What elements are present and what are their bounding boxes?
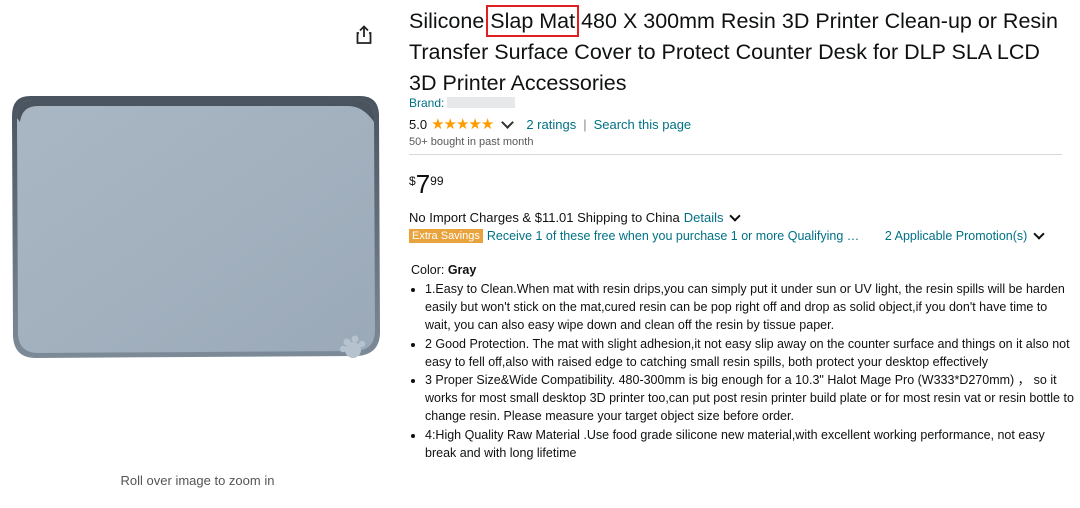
chevron-down-icon[interactable] xyxy=(1033,228,1045,240)
chevron-down-icon[interactable] xyxy=(728,209,741,222)
brand-link[interactable]: Brand: xyxy=(409,96,516,110)
price: $ 7 99 xyxy=(409,170,444,198)
zoom-hint: Roll over image to zoom in xyxy=(120,473,275,488)
feature-bullet: 1.Easy to Clean.When mat with resin drip… xyxy=(425,280,1075,335)
divider xyxy=(409,154,1062,155)
separator: | xyxy=(583,116,587,132)
rating-value: 5.0 xyxy=(409,116,428,132)
search-page-link[interactable]: Search this page xyxy=(594,117,692,132)
feature-bullets: 1.Easy to Clean.When mat with resin drip… xyxy=(409,280,1075,462)
star-rating-icon[interactable]: ★★★★★ xyxy=(431,115,494,133)
brand-name-redacted xyxy=(447,97,516,108)
share-icon[interactable] xyxy=(355,25,373,45)
price-symbol: $ xyxy=(409,174,416,188)
promotion-row: Extra Savings Receive 1 of these free wh… xyxy=(409,228,1045,243)
promo-text[interactable]: Receive 1 of these free when you purchas… xyxy=(487,229,875,243)
details-link[interactable]: Details xyxy=(684,210,724,225)
color-value: Gray xyxy=(447,263,477,277)
product-details: Silicone Slap Mat 480 X 300mm Resin 3D P… xyxy=(409,0,1074,508)
image-panel: Roll over image to zoom in xyxy=(0,0,395,508)
feature-bullet: 2 Good Protection. The mat with slight a… xyxy=(425,335,1075,371)
price-fraction: 99 xyxy=(430,174,444,188)
feature-bullet: 4:High Quality Raw Material .Use food gr… xyxy=(425,426,1075,462)
extra-savings-badge: Extra Savings xyxy=(409,229,483,243)
bought-count: 50+ bought in past month xyxy=(409,136,534,148)
chevron-down-icon[interactable] xyxy=(501,115,515,129)
ratings-count-link[interactable]: 2 ratings xyxy=(526,117,576,132)
shipping-text: No Import Charges & $11.01 Shipping to C… xyxy=(409,210,680,225)
product-title: Silicone Slap Mat 480 X 300mm Resin 3D P… xyxy=(409,5,1058,95)
product-image[interactable] xyxy=(8,92,384,370)
shipping-info: No Import Charges & $11.01 Shipping to C… xyxy=(409,209,741,225)
applicable-promotions-link[interactable]: 2 Applicable Promotion(s) xyxy=(885,229,1027,243)
rating-row: 5.0 ★★★★★ 2 ratings | Search this page xyxy=(409,115,691,133)
title-highlight: Slap Mat xyxy=(486,5,580,37)
feature-bullet: 3 Proper Size&Wide Compatibility. 480-30… xyxy=(425,371,1075,426)
color-selection: Color: Gray xyxy=(411,263,477,277)
price-whole: 7 xyxy=(415,169,431,199)
